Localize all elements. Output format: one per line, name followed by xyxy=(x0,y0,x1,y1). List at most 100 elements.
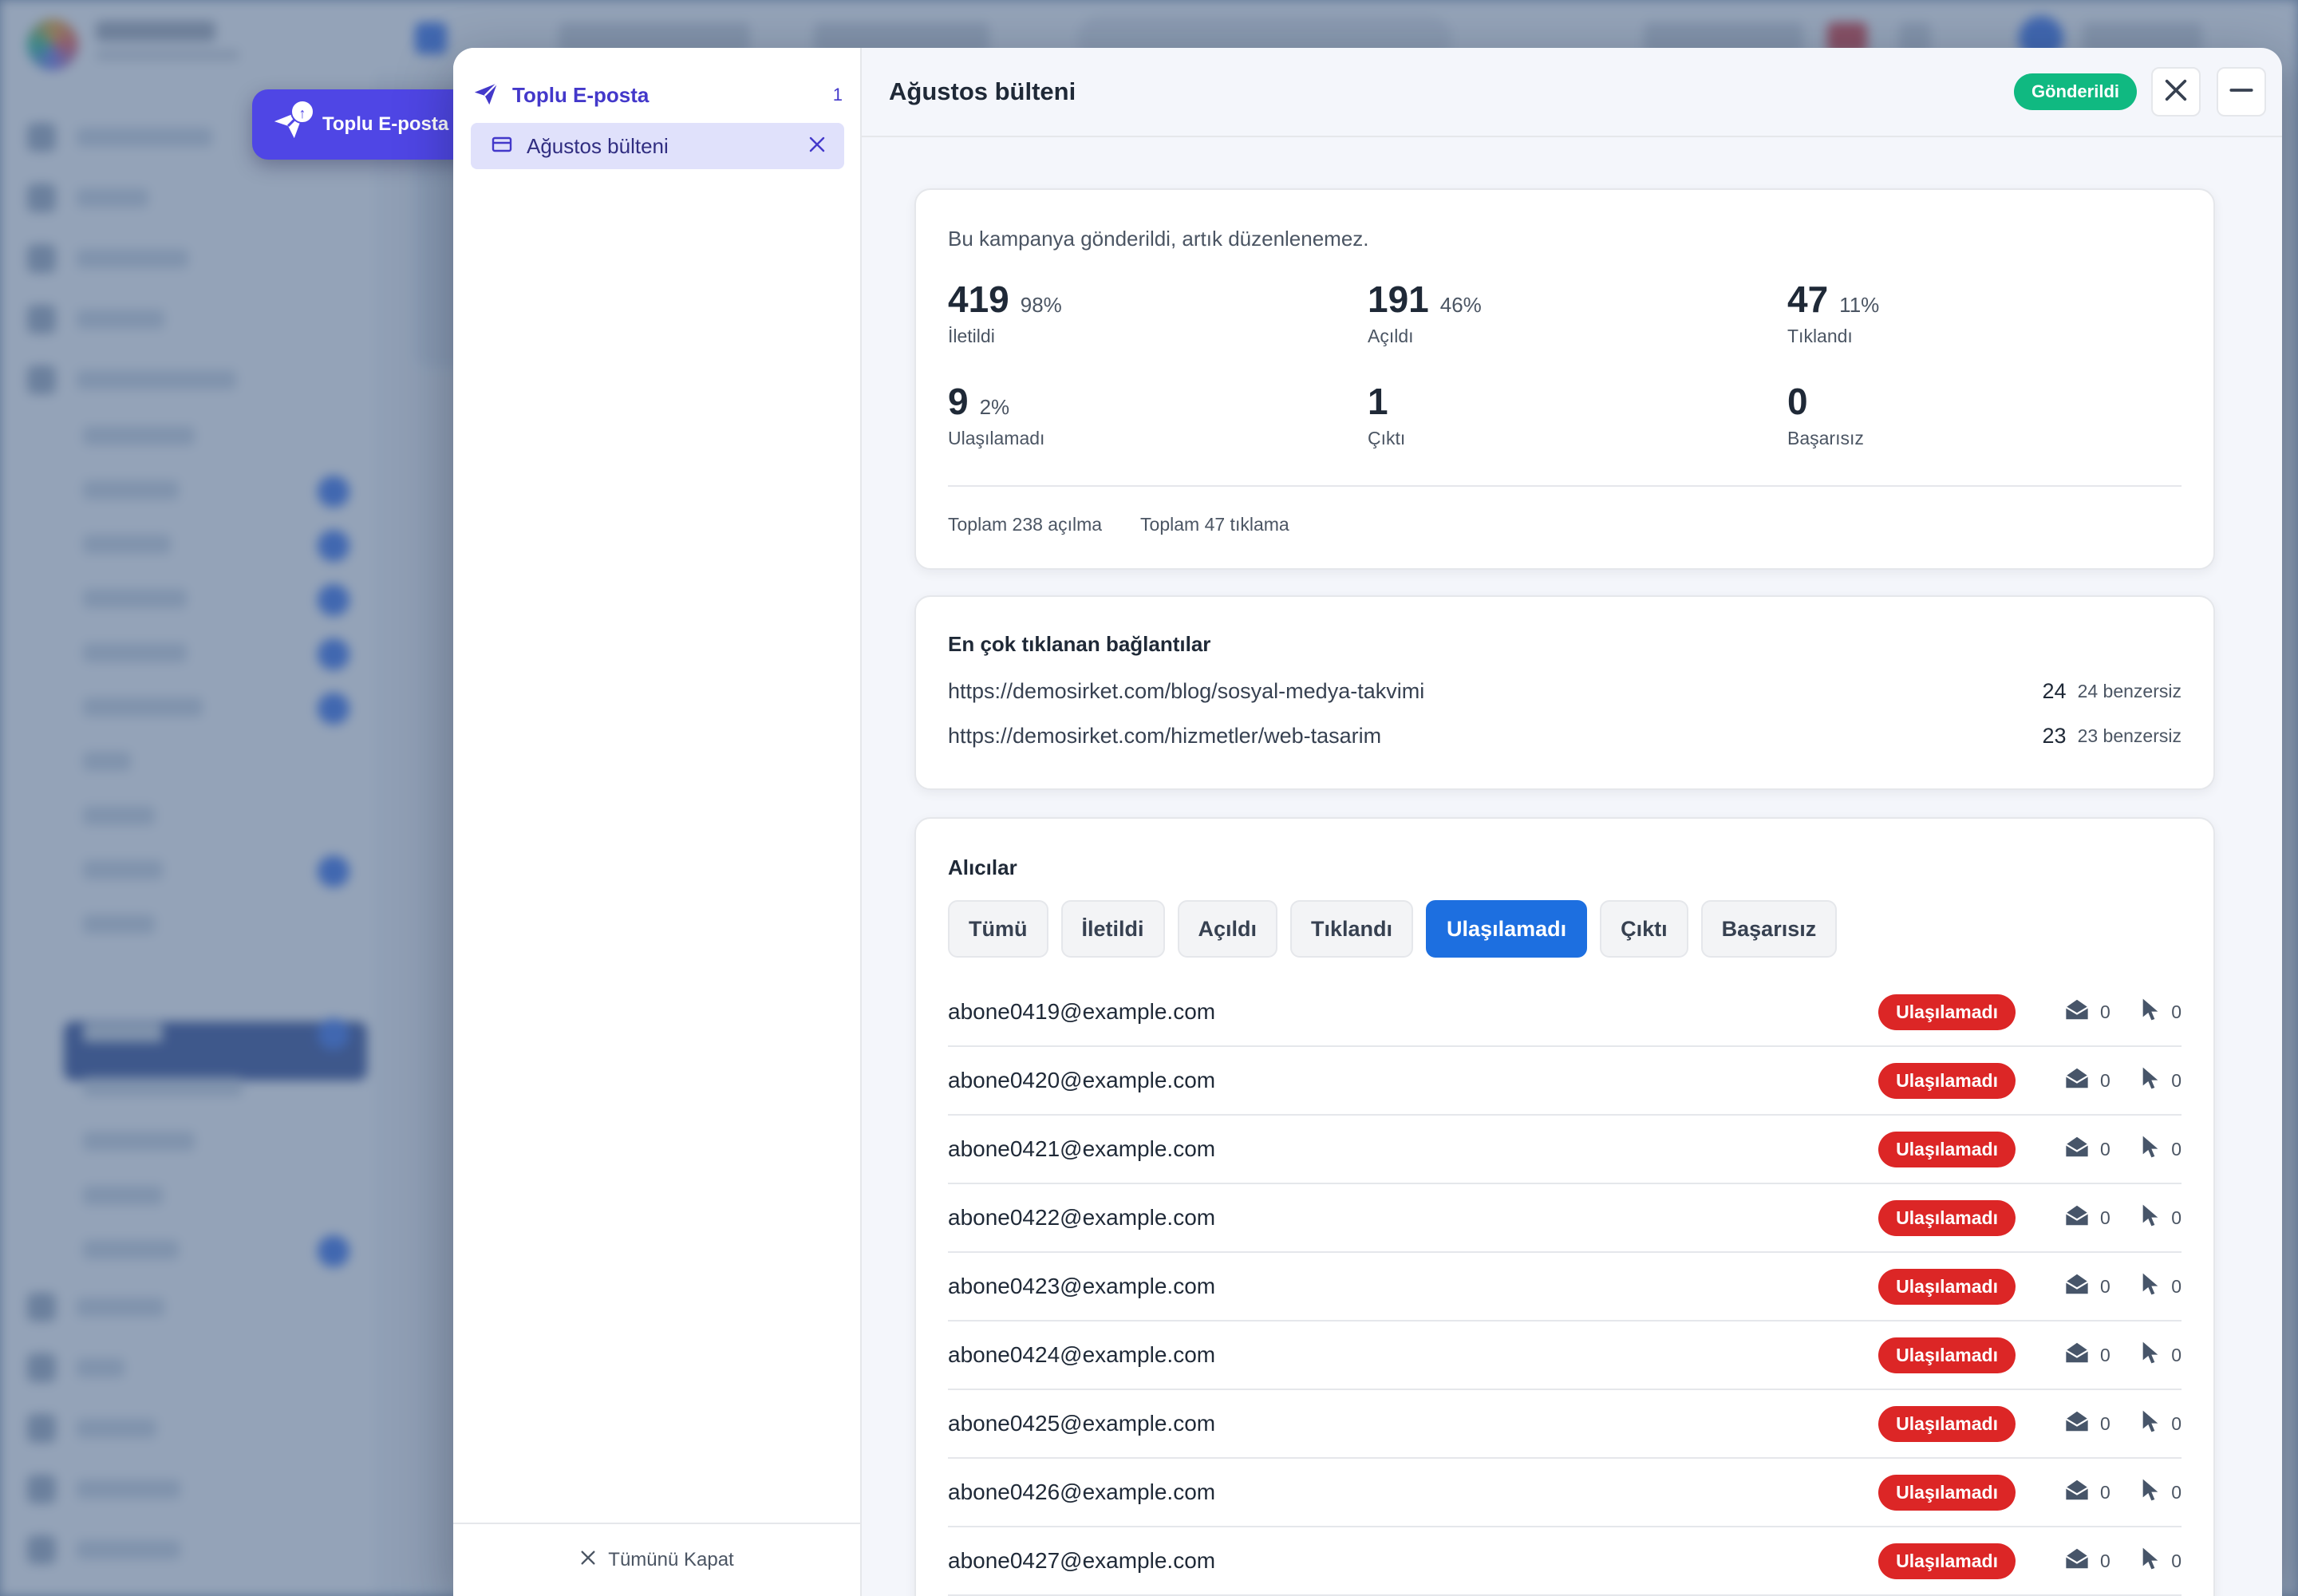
envelope-open-icon xyxy=(2063,1341,2091,1369)
filter-clicked[interactable]: Tıklandı xyxy=(1290,900,1414,958)
recipient-row[interactable]: abone0424@example.com Ulaşılamadı 0 0 xyxy=(948,1321,2182,1390)
recipient-clicks: 0 xyxy=(2137,1134,2182,1164)
recipient-filter-tabs: Tümü İletildi Açıldı Tıklandı Ulaşılamad… xyxy=(948,900,1838,958)
recipient-row[interactable]: abone0426@example.com Ulaşılamadı 0 0 xyxy=(948,1459,2182,1527)
close-window-button[interactable] xyxy=(2151,67,2201,117)
minimize-icon xyxy=(2228,77,2255,108)
recipient-email: abone0426@example.com xyxy=(948,1479,1216,1504)
paper-plane-icon: ↑ xyxy=(271,100,314,144)
summary-divider xyxy=(948,485,2182,487)
close-all-button[interactable]: Tümünü Kapat xyxy=(453,1523,860,1596)
stat-delivered: 419 98% İletildi xyxy=(948,278,1062,347)
cursor-icon xyxy=(2139,1065,2162,1096)
status-badge: Ulaşılamadı xyxy=(1878,1268,2016,1305)
link-url[interactable]: https://demosirket.com/hizmetler/web-tas… xyxy=(948,724,2043,749)
cursor-icon xyxy=(2139,1340,2162,1370)
status-badge: Ulaşılamadı xyxy=(1878,1337,2016,1373)
stat-percent: 11% xyxy=(1839,293,1880,317)
recipient-row[interactable]: abone0420@example.com Ulaşılamadı 0 0 xyxy=(948,1047,2182,1116)
link-unique-count: 23 benzersiz xyxy=(2077,725,2182,746)
recipient-clicks: 0 xyxy=(2137,1408,2182,1439)
link-click-count: 24 xyxy=(2042,678,2067,703)
window-item-agustos-bulteni[interactable]: Ağustos bülteni xyxy=(471,123,844,169)
filter-opened[interactable]: Açıldı xyxy=(1177,900,1278,958)
clicks-count: 0 xyxy=(2171,1412,2182,1434)
recipient-opens: 0 xyxy=(2063,1547,2137,1575)
recipient-email: abone0422@example.com xyxy=(948,1205,1216,1230)
status-badge: Ulaşılamadı xyxy=(1878,994,2016,1030)
stat-value: 419 xyxy=(948,279,1009,320)
filter-all[interactable]: Tümü xyxy=(948,900,1048,958)
recipient-clicks: 0 xyxy=(2137,1546,2182,1576)
recipient-email: abone0423@example.com xyxy=(948,1274,1216,1298)
recipient-row[interactable]: abone0422@example.com Ulaşılamadı 0 0 xyxy=(948,1184,2182,1253)
clicks-count: 0 xyxy=(2171,1481,2182,1503)
clicks-count: 0 xyxy=(2171,1207,2182,1228)
window-item-label: Ağustos bülteni xyxy=(527,133,669,158)
total-opens: Toplam 238 açılma xyxy=(948,514,1103,535)
envelope-open-icon xyxy=(2063,1547,2091,1575)
cursor-icon xyxy=(2139,1203,2162,1233)
recipient-row[interactable]: abone0419@example.com Ulaşılamadı 0 0 xyxy=(948,978,2182,1047)
recipient-opens: 0 xyxy=(2063,1478,2137,1507)
minimized-window-label: Toplu E-posta xyxy=(322,113,449,135)
status-badge: Ulaşılamadı xyxy=(1878,1131,2016,1167)
recipient-row[interactable]: abone0421@example.com Ulaşılamadı 0 0 xyxy=(948,1116,2182,1184)
link-row[interactable]: https://demosirket.com/hizmetler/web-tas… xyxy=(948,720,2182,752)
link-unique-count: 24 benzersiz xyxy=(2077,680,2182,701)
clicks-count: 0 xyxy=(2171,1138,2182,1159)
clicks-count: 0 xyxy=(2171,1550,2182,1571)
envelope-open-icon xyxy=(2063,1272,2091,1301)
summary-totals: Toplam 238 açılma Toplam 47 tıklama xyxy=(948,514,1289,535)
recipient-opens: 0 xyxy=(2063,1066,2137,1095)
recipient-email: abone0421@example.com xyxy=(948,1136,1216,1161)
recipient-email: abone0420@example.com xyxy=(948,1068,1216,1092)
recipient-row[interactable]: abone0425@example.com Ulaşılamadı 0 0 xyxy=(948,1390,2182,1459)
window-group-title: Toplu E-posta xyxy=(512,82,650,107)
filter-failed[interactable]: Başarısız xyxy=(1700,900,1838,958)
stat-label: İletildi xyxy=(948,326,995,346)
cursor-icon xyxy=(2139,1408,2162,1439)
recipient-opens: 0 xyxy=(2063,1135,2137,1163)
stat-clicked: 47 11% Tıklandı xyxy=(1787,278,1879,347)
minimize-window-button[interactable] xyxy=(2217,67,2266,117)
cursor-icon xyxy=(2139,997,2162,1027)
filter-delivered[interactable]: İletildi xyxy=(1060,900,1165,958)
recipient-clicks: 0 xyxy=(2137,1271,2182,1302)
stat-percent: 2% xyxy=(979,395,1010,419)
stat-value: 47 xyxy=(1787,279,1829,320)
total-clicks: Toplam 47 tıklama xyxy=(1140,514,1289,535)
campaign-header: Ağustos bülteni Gönderildi xyxy=(862,48,2282,137)
envelope-open-icon xyxy=(2063,1203,2091,1232)
minimized-window-tab[interactable]: ↑ Toplu E-posta xyxy=(252,89,468,160)
top-links-card: En çok tıklanan bağlantılar https://demo… xyxy=(914,595,2215,790)
stat-label: Tıklandı xyxy=(1787,326,1853,346)
stat-label: Başarısız xyxy=(1787,428,1864,448)
opens-count: 0 xyxy=(2100,1344,2110,1365)
cursor-icon xyxy=(2139,1477,2162,1507)
filter-unsubscribed[interactable]: Çıktı xyxy=(1600,900,1688,958)
recipient-row[interactable]: abone0423@example.com Ulaşılamadı 0 0 xyxy=(948,1253,2182,1321)
opens-count: 0 xyxy=(2100,1412,2110,1434)
window-group-count: 1 xyxy=(832,85,843,105)
close-all-label: Tümünü Kapat xyxy=(608,1549,734,1570)
opens-count: 0 xyxy=(2100,1207,2110,1228)
stat-value: 0 xyxy=(1787,381,1808,422)
window-group-toplu-eposta[interactable]: Toplu E-posta 1 xyxy=(472,75,843,115)
stat-percent: 98% xyxy=(1020,293,1062,317)
clicks-count: 0 xyxy=(2171,1275,2182,1297)
link-row[interactable]: https://demosirket.com/blog/sosyal-medya… xyxy=(948,675,2182,707)
stat-value: 1 xyxy=(1368,381,1388,422)
campaign-detail-pane: Ağustos bülteni Gönderildi Bu kampanya g… xyxy=(862,48,2282,1596)
recipient-opens: 0 xyxy=(2063,998,2137,1026)
close-icon[interactable] xyxy=(807,135,827,158)
opens-count: 0 xyxy=(2100,1550,2110,1571)
recipient-row[interactable]: abone0427@example.com Ulaşılamadı 0 0 xyxy=(948,1527,2182,1596)
recipient-list: abone0419@example.com Ulaşılamadı 0 0 abone0… xyxy=(948,978,2182,1596)
recipient-email: abone0425@example.com xyxy=(948,1411,1216,1436)
notification-dot: ↑ xyxy=(290,100,314,124)
link-url[interactable]: https://demosirket.com/blog/sosyal-medya… xyxy=(948,679,2043,704)
filter-bounced[interactable]: Ulaşılamadı xyxy=(1426,900,1588,958)
clicks-count: 0 xyxy=(2171,1069,2182,1091)
recipient-opens: 0 xyxy=(2063,1341,2137,1369)
